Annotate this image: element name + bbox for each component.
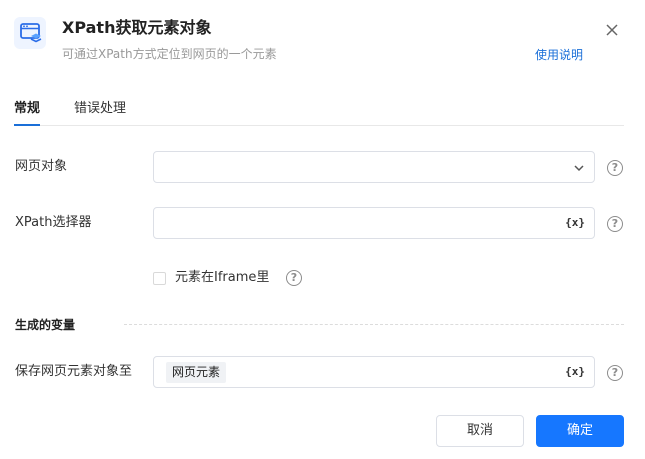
save-element-input[interactable]: 网页元素 {x}: [153, 356, 595, 388]
chevron-down-icon: [574, 165, 584, 172]
iframe-checkbox-label[interactable]: 元素在Iframe里: [175, 268, 269, 288]
cancel-button[interactable]: 取消: [436, 415, 524, 447]
dialog-title: XPath获取元素对象: [62, 18, 212, 37]
variable-icon[interactable]: {x}: [565, 216, 585, 230]
help-icon[interactable]: ?: [607, 365, 623, 381]
help-icon[interactable]: ?: [607, 216, 623, 232]
webpage-element-icon: [14, 17, 46, 49]
dialog-subtitle: 可通过XPath方式定位到网页的一个元素: [62, 47, 277, 61]
xpath-selector-label: XPath选择器: [15, 215, 92, 230]
web-object-select[interactable]: [153, 151, 595, 183]
variable-icon[interactable]: {x}: [565, 365, 585, 379]
usage-help-link[interactable]: 使用说明: [535, 46, 583, 64]
tab-general[interactable]: 常规: [14, 98, 41, 126]
help-icon[interactable]: ?: [607, 160, 623, 176]
tab-bar: 常规 错误处理: [14, 98, 624, 126]
web-object-label: 网页对象: [15, 159, 68, 174]
ok-button[interactable]: 确定: [536, 415, 624, 447]
section-divider: [124, 324, 624, 325]
iframe-checkbox[interactable]: [153, 272, 166, 285]
save-element-label: 保存网页元素对象至: [15, 364, 133, 379]
tab-error-handling[interactable]: 错误处理: [74, 98, 126, 120]
output-section-title: 生成的变量: [15, 318, 76, 332]
close-icon[interactable]: [602, 20, 622, 40]
help-icon[interactable]: ?: [286, 270, 302, 286]
variable-tag[interactable]: 网页元素: [166, 362, 227, 383]
xpath-selector-input[interactable]: {x}: [153, 207, 595, 239]
